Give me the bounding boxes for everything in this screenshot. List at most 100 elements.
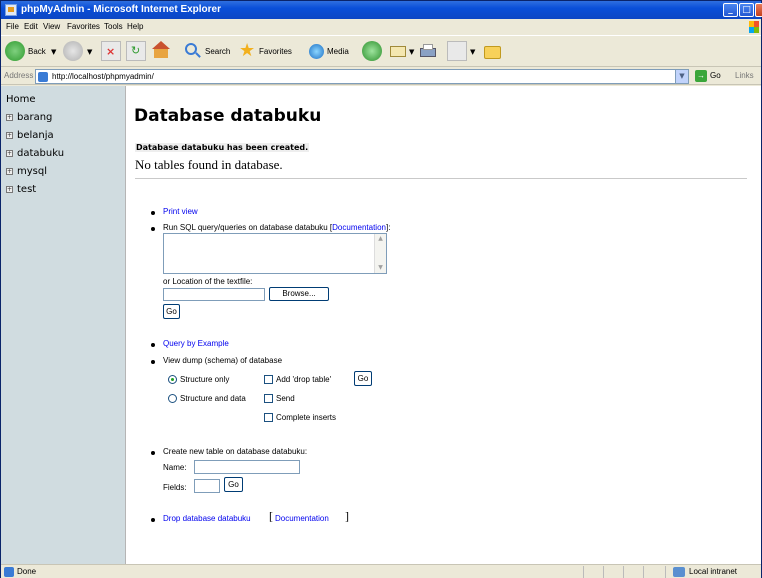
maximize-button[interactable]: □: [739, 3, 754, 17]
back-arrow-icon[interactable]: [5, 41, 25, 61]
create-table-go-button[interactable]: Go: [224, 477, 243, 492]
status-separator: [643, 566, 644, 578]
status-text: Done: [17, 567, 37, 576]
add-drop-table-checkbox[interactable]: [264, 375, 273, 384]
nav-db-test[interactable]: + test: [6, 184, 36, 195]
window-title: phpMyAdmin - Microsoft Internet Explorer: [21, 4, 222, 15]
browse-button[interactable]: Browse...: [269, 287, 329, 301]
send-checkbox[interactable]: [264, 394, 273, 403]
menu-help[interactable]: Help: [127, 22, 143, 31]
go-button[interactable]: → Go: [695, 70, 721, 83]
nav-db-barang[interactable]: + barang: [6, 112, 52, 123]
windows-logo-icon: [749, 21, 759, 33]
documentation-link[interactable]: Documentation: [332, 223, 386, 232]
table-name-label: Name:: [163, 463, 187, 472]
sql-query-textarea[interactable]: ▲ ▼: [163, 233, 387, 274]
complete-inserts-checkbox[interactable]: [264, 413, 273, 422]
expand-icon[interactable]: +: [6, 168, 13, 175]
edit-dropdown-icon[interactable]: ▼: [470, 48, 475, 56]
mail-icon[interactable]: [389, 41, 409, 61]
nav-home-link[interactable]: Home: [6, 94, 36, 105]
forward-arrow-icon[interactable]: [63, 41, 83, 61]
media-icon[interactable]: [307, 41, 327, 61]
view-dump-label: View dump (schema) of database: [163, 356, 283, 365]
structure-only-label[interactable]: Structure only: [180, 375, 229, 384]
success-message: Database databuku has been created.: [135, 143, 310, 152]
bullet-icon: [151, 343, 155, 347]
address-input[interactable]: http://localhost/phpmyadmin/ ▼: [35, 69, 689, 84]
mail-dropdown-icon[interactable]: ▼: [409, 48, 414, 56]
refresh-icon[interactable]: ↻: [126, 41, 146, 61]
favorites-button-label[interactable]: Favorites: [259, 47, 292, 56]
scroll-up-icon[interactable]: ▲: [375, 234, 386, 244]
toolbar: Back ▼ ▼ × ↻ Search ★ Favorites Media ▼: [1, 35, 761, 67]
structure-only-radio[interactable]: [168, 375, 177, 384]
close-button[interactable]: [755, 3, 762, 17]
nav-db-belanja[interactable]: + belanja: [6, 130, 54, 141]
history-icon[interactable]: [362, 41, 382, 61]
ie-app-icon: [5, 4, 17, 16]
run-sql-go-button[interactable]: Go: [163, 304, 180, 319]
run-sql-label: Run SQL query/queries on database databu…: [163, 223, 391, 232]
status-separator: [623, 566, 624, 578]
links-label[interactable]: Links: [735, 71, 754, 80]
go-button-label: Go: [710, 71, 721, 80]
status-separator: [583, 566, 584, 578]
browser-window: phpMyAdmin - Microsoft Internet Explorer…: [0, 0, 762, 578]
structure-and-data-radio[interactable]: [168, 394, 177, 403]
zone-text: Local intranet: [689, 567, 738, 576]
status-separator: [603, 566, 604, 578]
print-view-link[interactable]: Print view: [163, 207, 198, 216]
search-icon[interactable]: [183, 41, 203, 61]
address-label: Address: [4, 71, 34, 80]
status-bar: Done Local intranet: [1, 564, 761, 578]
menu-edit[interactable]: Edit: [24, 22, 38, 31]
back-dropdown-icon[interactable]: ▼: [51, 48, 56, 56]
main-frame: Database databuku Database databuku has …: [127, 86, 751, 564]
scroll-down-icon[interactable]: ▼: [375, 263, 386, 273]
home-icon[interactable]: [151, 41, 171, 61]
edit-icon[interactable]: [447, 41, 467, 61]
menu-tools[interactable]: Tools: [104, 22, 123, 31]
menu-view[interactable]: View: [43, 22, 60, 31]
drop-documentation-link[interactable]: Documentation: [275, 514, 329, 523]
forward-dropdown-icon[interactable]: ▼: [87, 48, 92, 56]
chevron-down-icon[interactable]: ▼: [675, 70, 688, 83]
minimize-button[interactable]: _: [723, 3, 738, 17]
expand-icon[interactable]: +: [6, 114, 13, 121]
nav-db-databuku[interactable]: + databuku: [6, 148, 64, 159]
menu-favorites[interactable]: Favorites: [67, 22, 100, 31]
page-content: Home + barang + belanja + databuku + mysql +…: [1, 86, 761, 564]
textfile-location-label: or Location of the textfile:: [163, 277, 253, 286]
nav-db-mysql[interactable]: + mysql: [6, 166, 47, 177]
expand-icon[interactable]: +: [6, 186, 13, 193]
menu-bar: File Edit View Favorites Tools Help: [1, 20, 761, 35]
drop-database-link[interactable]: Drop database databuku: [163, 514, 251, 523]
textfile-path-input[interactable]: [163, 288, 265, 301]
complete-inserts-label[interactable]: Complete inserts: [276, 413, 336, 422]
stop-icon[interactable]: ×: [101, 41, 121, 61]
add-drop-table-label[interactable]: Add 'drop table': [276, 375, 331, 384]
menu-file[interactable]: File: [6, 22, 19, 31]
address-bar: Address http://localhost/phpmyadmin/ ▼ →…: [1, 68, 761, 85]
bullet-icon: [151, 227, 155, 231]
expand-icon[interactable]: +: [6, 132, 13, 139]
query-by-example-link[interactable]: Query by Example: [163, 339, 229, 348]
address-url[interactable]: http://localhost/phpmyadmin/: [52, 72, 154, 81]
media-button-label[interactable]: Media: [327, 47, 349, 56]
create-table-label: Create new table on database databuku:: [163, 447, 308, 456]
table-name-input[interactable]: [194, 460, 300, 474]
print-icon[interactable]: [418, 41, 438, 61]
no-tables-message: No tables found in database.: [135, 157, 283, 172]
search-button-label[interactable]: Search: [205, 47, 230, 56]
bullet-icon: [151, 360, 155, 364]
favorites-star-icon[interactable]: ★: [239, 41, 259, 61]
back-button-label[interactable]: Back: [28, 47, 46, 56]
expand-icon[interactable]: +: [6, 150, 13, 157]
structure-and-data-label[interactable]: Structure and data: [180, 394, 246, 403]
send-label[interactable]: Send: [276, 394, 295, 403]
scrollbar[interactable]: ▲ ▼: [374, 234, 386, 273]
fields-count-input[interactable]: [194, 479, 220, 493]
folder-icon[interactable]: [483, 41, 503, 61]
view-dump-go-button[interactable]: Go: [354, 371, 372, 386]
